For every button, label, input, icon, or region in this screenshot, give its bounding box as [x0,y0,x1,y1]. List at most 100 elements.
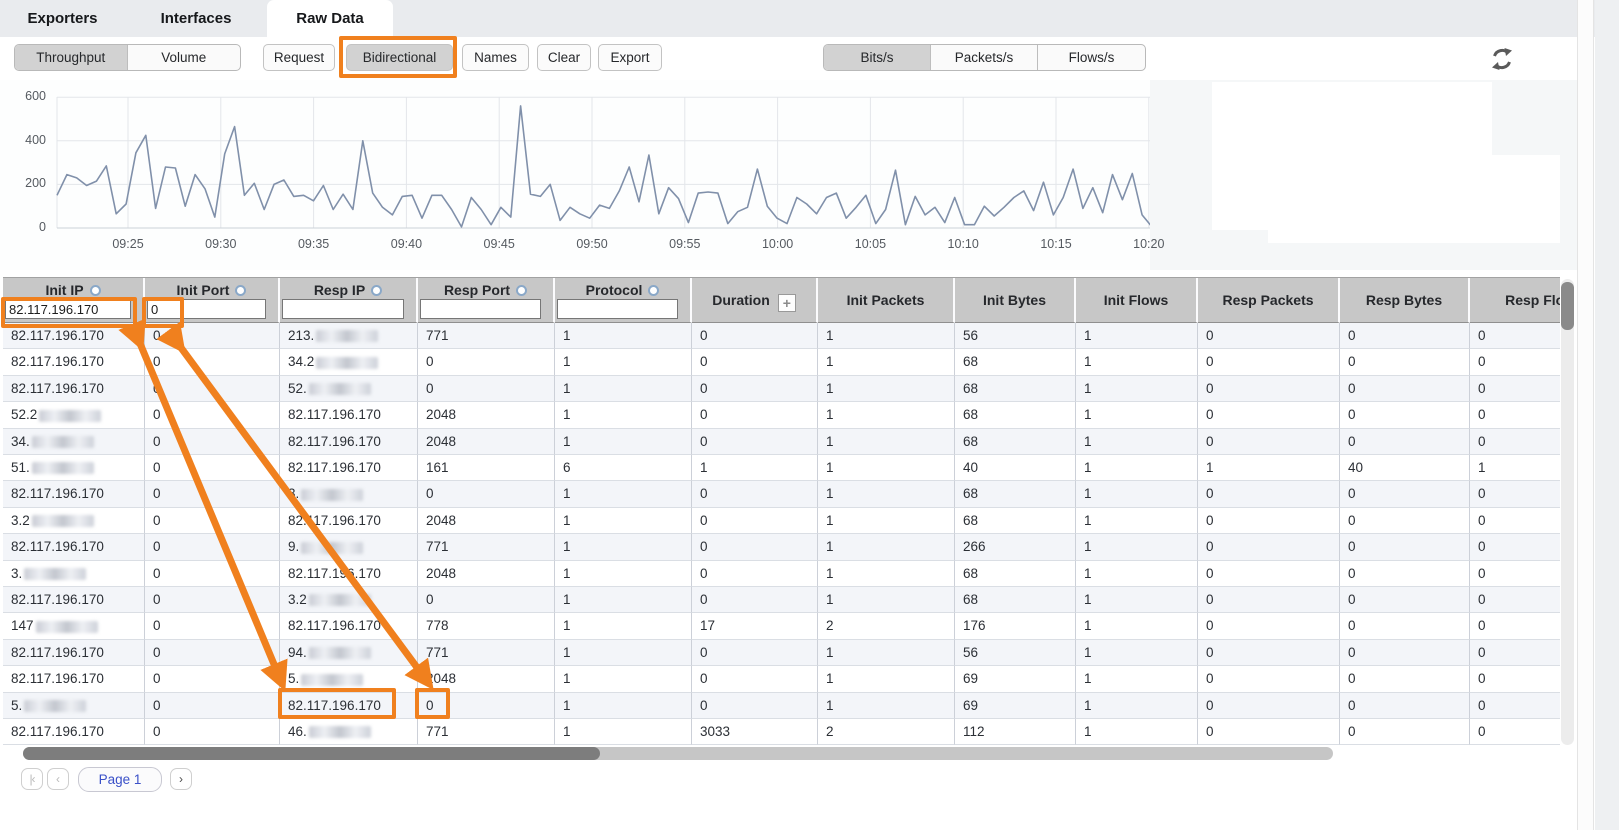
table-row[interactable]: 3.082.117.196.1702048101681000 [3,561,1560,587]
table-row[interactable]: 34.082.117.196.1702048101681000 [3,429,1560,455]
cell-init-ip: 3. [3,561,145,587]
cell-duration: 0 [692,376,818,402]
sort-radio-icon[interactable] [648,285,659,296]
table-row[interactable]: 82.117.196.17005.2048101691000 [3,666,1560,692]
column-header-init-bytes[interactable]: Init Bytes [955,278,1076,323]
sort-radio-icon[interactable] [516,285,527,296]
next-page-button[interactable]: › [170,768,192,790]
table-row[interactable]: 82.117.196.170046.7711303321121000 [3,719,1560,745]
filter-input-resp-port[interactable] [420,299,541,319]
cell-resp-bytes: 0 [1340,666,1470,692]
cell-init-ip: 82.117.196.170 [3,719,145,745]
table-row[interactable]: 5.082.117.196.1700101691000 [3,693,1560,719]
duration-expand-button[interactable]: + [778,294,796,312]
table-row[interactable]: 82.117.196.1700213.771101561000 [3,323,1560,349]
x-tick-label: 10:10 [933,237,993,251]
filter-input-init-ip[interactable] [5,299,131,319]
cell-init-bytes: 68 [955,349,1076,375]
column-header-init-port[interactable]: Init Port [145,278,280,323]
redacted-legend-block [1268,155,1560,243]
vertical-scrollbar-track[interactable] [1561,279,1574,745]
column-header-protocol[interactable]: Protocol [555,278,692,323]
cell-init-packets: 1 [818,323,955,349]
export-button[interactable]: Export [598,44,662,71]
cell-init-flows: 1 [1076,561,1198,587]
table-row[interactable]: 51.082.117.196.1701616114011401 [3,455,1560,481]
cell-resp-ip: 3.2 [280,587,418,613]
volume-button[interactable]: Volume [128,45,241,70]
column-header-resp-ip[interactable]: Resp IP [280,278,418,323]
column-header-resp-port[interactable]: Resp Port [418,278,555,323]
cell-resp-packets: 1 [1198,455,1340,481]
table-row[interactable]: 147082.117.196.17077811721761000 [3,613,1560,639]
cell-resp-ip: 82.117.196.170 [280,455,418,481]
packets-per-sec-button[interactable]: Packets/s [931,45,1038,70]
sort-radio-icon[interactable] [371,285,382,296]
redacted-ip-smudge [32,515,94,527]
cell-init-port: 0 [145,613,280,639]
cell-resp-flows: 0 [1470,587,1560,613]
names-button[interactable]: Names [462,44,529,71]
cell-resp-port: 771 [418,534,555,560]
cell-init-ip: 52.2 [3,402,145,428]
bidirectional-button[interactable]: Bidirectional [346,44,453,71]
flows-per-sec-button[interactable]: Flows/s [1038,45,1145,70]
table-row[interactable]: 52.2082.117.196.1702048101681000 [3,402,1560,428]
tab-exporters[interactable]: Exporters [20,0,105,37]
cell-resp-packets: 0 [1198,613,1340,639]
table-row[interactable]: 82.117.196.17003.20101681000 [3,587,1560,613]
tab-raw-data[interactable]: Raw Data [267,0,393,37]
cell-resp-flows: 0 [1470,693,1560,719]
cell-duration: 0 [692,349,818,375]
cell-resp-flows: 0 [1470,508,1560,534]
tab-interfaces[interactable]: Interfaces [150,0,242,37]
filter-input-resp-ip[interactable] [282,299,404,319]
filter-input-init-port[interactable] [147,299,266,319]
redacted-ip-prefix: 34.2 [288,354,314,369]
table-row[interactable]: 82.117.196.17003.0101681000 [3,481,1560,507]
horizontal-scrollbar-thumb[interactable] [23,747,600,760]
redacted-ip-smudge [301,542,363,554]
cell-init-bytes: 40 [955,455,1076,481]
column-header-resp-packets[interactable]: Resp Packets [1198,278,1340,323]
first-page-button[interactable]: |‹ [21,768,43,790]
table-row[interactable]: 82.117.196.17009.7711012661000 [3,534,1560,560]
filter-input-protocol[interactable] [557,299,678,319]
refresh-icon[interactable] [1490,47,1514,71]
table-row[interactable]: 82.117.196.170052.0101681000 [3,376,1560,402]
column-header-init-ip[interactable]: Init IP [3,278,145,323]
cell-protocol: 1 [555,402,692,428]
cell-protocol: 1 [555,349,692,375]
table-row[interactable]: 82.117.196.170094.771101561000 [3,640,1560,666]
column-header-resp-bytes[interactable]: Resp Bytes [1340,278,1470,323]
throughput-chart: 6004002000 09:2509:3009:3509:4009:4509:5… [0,80,1577,270]
redacted-ip-smudge [301,674,363,686]
browser-scrollbar[interactable] [1577,0,1594,830]
redacted-ip-smudge [24,568,86,580]
column-header-resp-flows[interactable]: Resp Flows [1470,278,1560,323]
request-button[interactable]: Request [263,44,335,71]
page-indicator[interactable]: Page 1 [78,767,162,792]
bits-per-sec-button[interactable]: Bits/s [824,45,931,70]
column-label: Init Packets [847,292,925,308]
cell-resp-port: 2048 [418,666,555,692]
vertical-scrollbar-thumb[interactable] [1561,282,1574,330]
cell-duration: 0 [692,402,818,428]
prev-page-button[interactable]: ‹ [47,768,69,790]
throughput-button[interactable]: Throughput [15,45,128,70]
cell-init-bytes: 68 [955,402,1076,428]
column-header-duration[interactable]: Duration+ [692,278,818,323]
cell-init-flows: 1 [1076,719,1198,745]
cell-init-port: 0 [145,349,280,375]
clear-button[interactable]: Clear [537,44,591,71]
cell-protocol: 1 [555,429,692,455]
column-header-init-flows[interactable]: Init Flows [1076,278,1198,323]
table-row[interactable]: 82.117.196.170034.20101681000 [3,349,1560,375]
sort-radio-icon[interactable] [235,285,246,296]
cell-resp-flows: 0 [1470,666,1560,692]
sort-radio-icon[interactable] [90,285,101,296]
cell-init-ip: 147 [3,613,145,639]
cell-init-bytes: 68 [955,561,1076,587]
table-row[interactable]: 3.2082.117.196.1702048101681000 [3,508,1560,534]
column-header-init-packets[interactable]: Init Packets [818,278,955,323]
